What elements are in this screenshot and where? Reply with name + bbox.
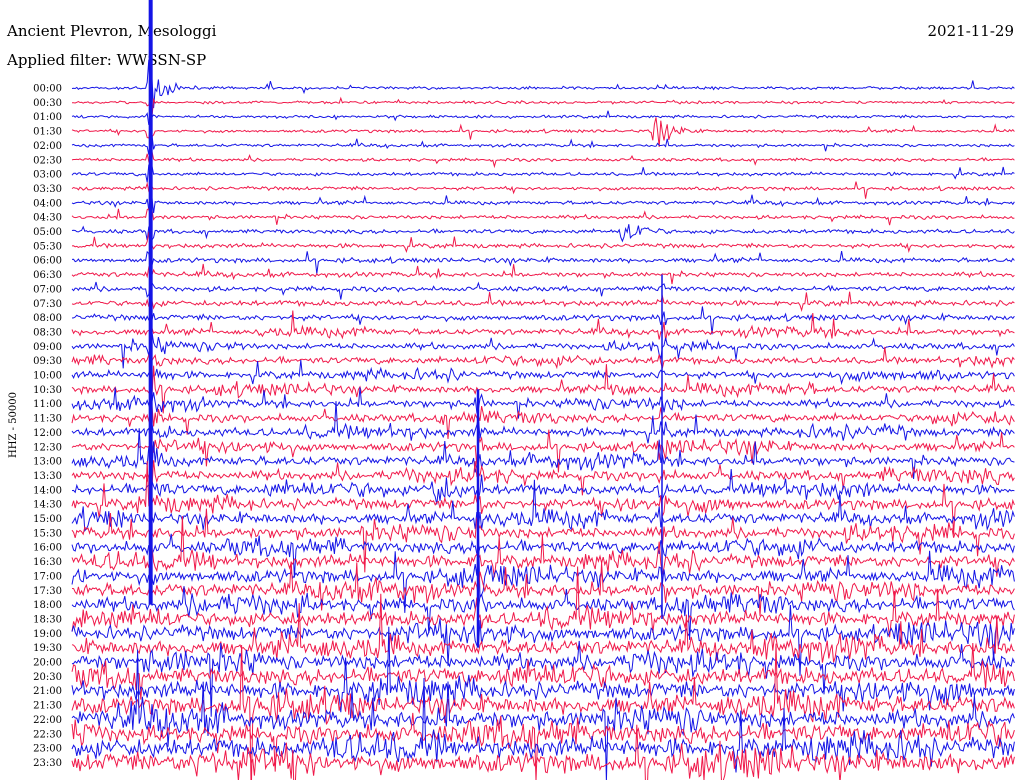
row-label: 06:00 [33, 256, 62, 267]
trace-00:00 [71, 59, 1015, 109]
row-label: 13:00 [33, 457, 62, 468]
row-label: 21:00 [33, 686, 62, 697]
trace-22:00 [71, 649, 1015, 780]
trace-13:30 [71, 460, 1015, 496]
row-label: 11:00 [33, 399, 62, 410]
row-label: 12:00 [33, 428, 62, 439]
row-label: 16:00 [33, 543, 62, 554]
trace-10:00 [71, 360, 1015, 386]
row-label: 07:30 [33, 299, 62, 310]
trace-01:30 [71, 117, 1015, 147]
row-label: 08:30 [33, 327, 62, 338]
y-axis-label: HHZ - 50000 [8, 392, 19, 458]
trace-16:30 [71, 516, 1015, 578]
trace-12:00 [71, 401, 1015, 444]
trace-04:00 [71, 194, 1015, 214]
row-label: 19:00 [33, 629, 62, 640]
row-label: 01:30 [33, 127, 62, 138]
row-label: 00:30 [33, 98, 62, 109]
trace-02:00 [71, 134, 1015, 155]
row-label: 22:30 [33, 729, 62, 740]
row-label: 12:30 [33, 442, 62, 453]
row-label: 05:30 [33, 241, 62, 252]
trace-03:00 [71, 164, 1015, 183]
row-label: 08:00 [33, 313, 62, 324]
row-label: 07:00 [33, 284, 62, 295]
row-label: 01:00 [33, 112, 62, 123]
trace-14:30 [71, 461, 1015, 535]
trace-08:00 [71, 306, 1015, 335]
trace-07:00 [71, 281, 1015, 300]
trace-01:00 [71, 110, 1015, 126]
row-label: 00:00 [33, 84, 62, 95]
trace-09:00 [71, 332, 1015, 369]
row-label: 11:30 [33, 414, 62, 425]
row-label: 05:00 [33, 227, 62, 238]
row-label: 14:30 [33, 500, 62, 511]
row-label: 10:30 [33, 385, 62, 396]
row-label: 09:00 [33, 342, 62, 353]
row-label: 16:30 [33, 557, 62, 568]
row-label: 04:30 [33, 213, 62, 224]
trace-03:30 [71, 181, 1015, 199]
row-label: 14:00 [33, 485, 62, 496]
trace-11:00 [71, 387, 1015, 419]
row-label: 23:00 [33, 744, 62, 755]
row-label: 20:30 [33, 672, 62, 683]
trace-12:30 [71, 429, 1015, 473]
trace-05:00 [71, 224, 1015, 243]
row-label: 09:30 [33, 356, 62, 367]
row-label: 02:30 [33, 155, 62, 166]
row-label: 22:00 [33, 715, 62, 726]
row-label: 19:30 [33, 643, 62, 654]
trace-02:30 [71, 151, 1015, 169]
trace-06:00 [71, 250, 1015, 274]
row-label: 18:00 [33, 600, 62, 611]
row-label: 18:30 [33, 614, 62, 625]
row-label: 17:30 [33, 586, 62, 597]
row-label: 03:00 [33, 170, 62, 181]
helicorder-plot: 00:00 00:30 01:00 01:30 02:00 02:30 03:00 03:30… [8, 0, 1015, 780]
row-label: 21:30 [33, 701, 62, 712]
row-label: 23:30 [33, 758, 62, 769]
trace-06:30 [71, 263, 1015, 285]
trace-00:30 [72, 96, 1015, 117]
trace-20:30 [71, 642, 1015, 700]
trace-13:00 [71, 428, 1015, 480]
row-label: 13:30 [33, 471, 62, 482]
trace-21:00 [71, 626, 1015, 713]
row-label: 03:30 [33, 184, 62, 195]
row-label: 15:30 [33, 528, 62, 539]
row-label: 10:00 [33, 371, 62, 382]
trace-18:00 [71, 586, 1015, 640]
row-label: 17:00 [33, 571, 62, 582]
row-label: 06:30 [33, 270, 62, 281]
row-label: 04:00 [33, 198, 62, 209]
trace-05:30 [71, 231, 1015, 254]
trace-04:30 [71, 207, 1015, 226]
row-label: 20:00 [33, 658, 62, 669]
row-label: 02:00 [33, 141, 62, 152]
row-label: 15:00 [33, 514, 62, 525]
trace-14:00 [71, 469, 1015, 505]
trace-07:30 [71, 291, 1015, 313]
